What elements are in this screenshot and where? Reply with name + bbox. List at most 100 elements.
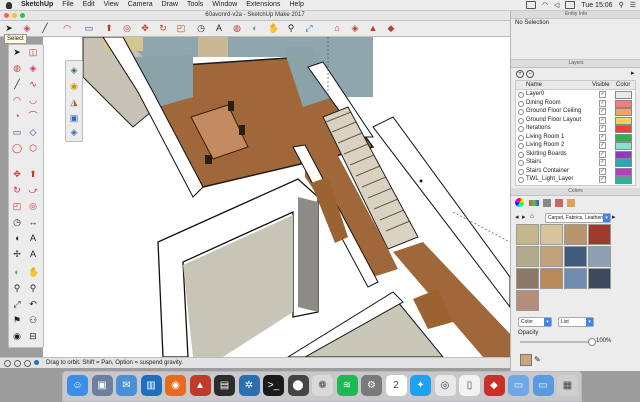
forward-icon[interactable]: ▸ (522, 213, 526, 221)
menu-help[interactable]: Help (289, 0, 303, 10)
section-plane-icon[interactable]: ⊟ (28, 331, 38, 341)
sketchup-icon[interactable]: ◆ (483, 375, 505, 396)
layers-details-icon[interactable]: ▸ (631, 69, 635, 77)
material-swatch[interactable] (588, 224, 611, 245)
layer-name[interactable]: Skirting Boards (526, 150, 567, 158)
terrain-icon[interactable]: ◮ (69, 97, 79, 107)
paint-bucket-icon[interactable]: ◍ (232, 23, 242, 33)
trash-icon[interactable]: ▦ (557, 375, 578, 396)
tape-icon[interactable]: ◷ (12, 217, 22, 227)
arc2-icon[interactable]: ◡ (28, 95, 38, 105)
zoom-window-icon[interactable]: ⚲ (28, 283, 38, 293)
calendar-icon[interactable]: 2 (385, 375, 407, 396)
active-layer-radio[interactable] (518, 134, 524, 141)
menu-extensions[interactable]: Extensions (246, 0, 280, 10)
3d-text-icon[interactable]: A (28, 249, 38, 259)
position-camera-icon[interactable]: ⚑ (12, 315, 22, 325)
volume-icon[interactable]: ◁ (554, 1, 559, 9)
menu-app-name[interactable]: SketchUp (21, 0, 53, 10)
layer-visible-checkbox[interactable]: ✓ (599, 133, 606, 141)
dimension-icon[interactable]: ↔ (28, 217, 38, 227)
material-swatch[interactable] (516, 246, 539, 267)
material-swatch[interactable] (540, 246, 563, 267)
scale-icon[interactable]: ◰ (12, 201, 22, 211)
layer-visible-checkbox[interactable]: ✓ (599, 108, 606, 115)
material-swatch[interactable] (564, 268, 587, 289)
layer-visible-checkbox[interactable]: ✓ (599, 176, 606, 183)
text-icon[interactable]: A (28, 233, 38, 243)
protractor-icon[interactable]: ◖ (12, 233, 22, 243)
layer-name[interactable]: Stairs Container (526, 167, 569, 175)
layers-col-color[interactable]: Color (616, 81, 630, 89)
layers-col-name[interactable]: Name (526, 81, 542, 89)
offset-icon[interactable]: ◎ (28, 201, 38, 211)
layer-row[interactable]: Ground Floor Layout ✓ (516, 116, 635, 125)
zoom-tool-icon[interactable]: ⚲ (286, 23, 296, 33)
spotify-icon[interactable]: ≋ (336, 375, 358, 396)
warehouse-icon[interactable]: ⌂ (332, 23, 342, 33)
layer-visible-checkbox[interactable]: ✓ (599, 99, 606, 107)
layer-name[interactable]: Living Room 1 (526, 133, 564, 141)
material-swatch[interactable] (564, 246, 587, 267)
layer-row[interactable]: Living Room 1 ✓ (516, 133, 635, 142)
model-viewport[interactable] (43, 37, 510, 357)
arc-icon[interactable]: ◠ (12, 95, 22, 105)
color-wheel-icon[interactable] (515, 198, 524, 207)
material-swatch[interactable] (588, 246, 611, 267)
layer-visible-checkbox[interactable]: ✓ (599, 142, 606, 149)
zoom-extents-icon[interactable]: ⤢ (304, 23, 314, 33)
color-palettes-icon[interactable] (543, 199, 551, 207)
apple-icon[interactable] (6, 1, 12, 9)
extension-manager-icon[interactable]: ◆ (386, 23, 396, 33)
move-tool-icon[interactable]: ✥ (140, 23, 150, 33)
active-layer-radio[interactable] (518, 92, 524, 98)
paint-icon[interactable]: ◍ (12, 63, 22, 73)
scale-tool-icon[interactable]: ◰ (176, 23, 186, 33)
zoom-extents-icon[interactable]: ⤢ (12, 299, 22, 309)
pie-icon[interactable]: ◔ (12, 111, 22, 121)
layer-name[interactable]: Iterations (526, 124, 551, 132)
geo-location-icon[interactable] (14, 360, 21, 367)
walk-icon[interactable]: ⚇ (28, 315, 38, 325)
location-icon[interactable]: ◉ (69, 81, 79, 91)
menu-view[interactable]: View (104, 0, 119, 10)
material-swatch[interactable] (588, 268, 611, 289)
active-layer-radio[interactable] (518, 177, 524, 183)
extension-warehouse-icon[interactable]: ◈ (350, 23, 360, 33)
layer-row[interactable]: Ground Floor Ceiling ✓ (516, 107, 635, 116)
layers-col-visible[interactable]: Visible (592, 81, 610, 89)
eraser-icon[interactable]: ◈ (28, 63, 38, 73)
notification-center-icon[interactable]: ☰ (630, 1, 636, 9)
zoom-icon[interactable]: ⚲ (12, 283, 22, 293)
offset-tool-icon[interactable]: ◎ (122, 23, 132, 33)
menu-tools[interactable]: Tools (187, 0, 203, 10)
shapes-tool-icon[interactable]: ▭ (84, 23, 94, 33)
layer-name[interactable]: Dining Room (526, 99, 561, 107)
display-icon[interactable] (525, 1, 536, 9)
rotate-icon[interactable]: ↻ (12, 185, 22, 195)
opacity-slider[interactable] (520, 341, 592, 343)
material-swatch[interactable] (540, 224, 563, 245)
menu-window[interactable]: Window (212, 0, 237, 10)
menu-draw[interactable]: Draw (162, 0, 178, 10)
follow-me-icon[interactable]: ⤻ (28, 185, 38, 195)
color-sliders-icon[interactable] (529, 200, 539, 206)
active-layer-radio[interactable] (518, 151, 524, 158)
layer-visible-checkbox[interactable]: ✓ (599, 159, 606, 166)
home-icon[interactable]: ⌂ (530, 213, 534, 220)
material-set-select[interactable]: Carpet, Fabrics, Leathers ▾ (545, 213, 611, 223)
finder-icon[interactable]: ☺ (67, 375, 88, 396)
rotated-rectangle-icon[interactable]: ◇ (28, 127, 38, 137)
layer-row[interactable]: Dining Room ✓ (516, 99, 635, 108)
active-layer-radio[interactable] (518, 117, 524, 124)
details-icon[interactable]: ▸ (612, 213, 616, 221)
layer-visible-checkbox[interactable]: ✓ (599, 167, 606, 175)
layer-name[interactable]: Living Room 2 (526, 141, 564, 149)
orbit-tool-icon[interactable]: ◐ (250, 23, 260, 33)
circle-icon[interactable]: ◯ (12, 143, 22, 153)
active-layer-radio[interactable] (518, 100, 524, 107)
warehouse-small-icon[interactable]: ◈ (69, 65, 79, 75)
text-tool-icon[interactable]: A (214, 23, 224, 33)
wifi-icon[interactable]: ◠ (542, 1, 548, 9)
add-layer-icon[interactable]: + (516, 70, 524, 78)
